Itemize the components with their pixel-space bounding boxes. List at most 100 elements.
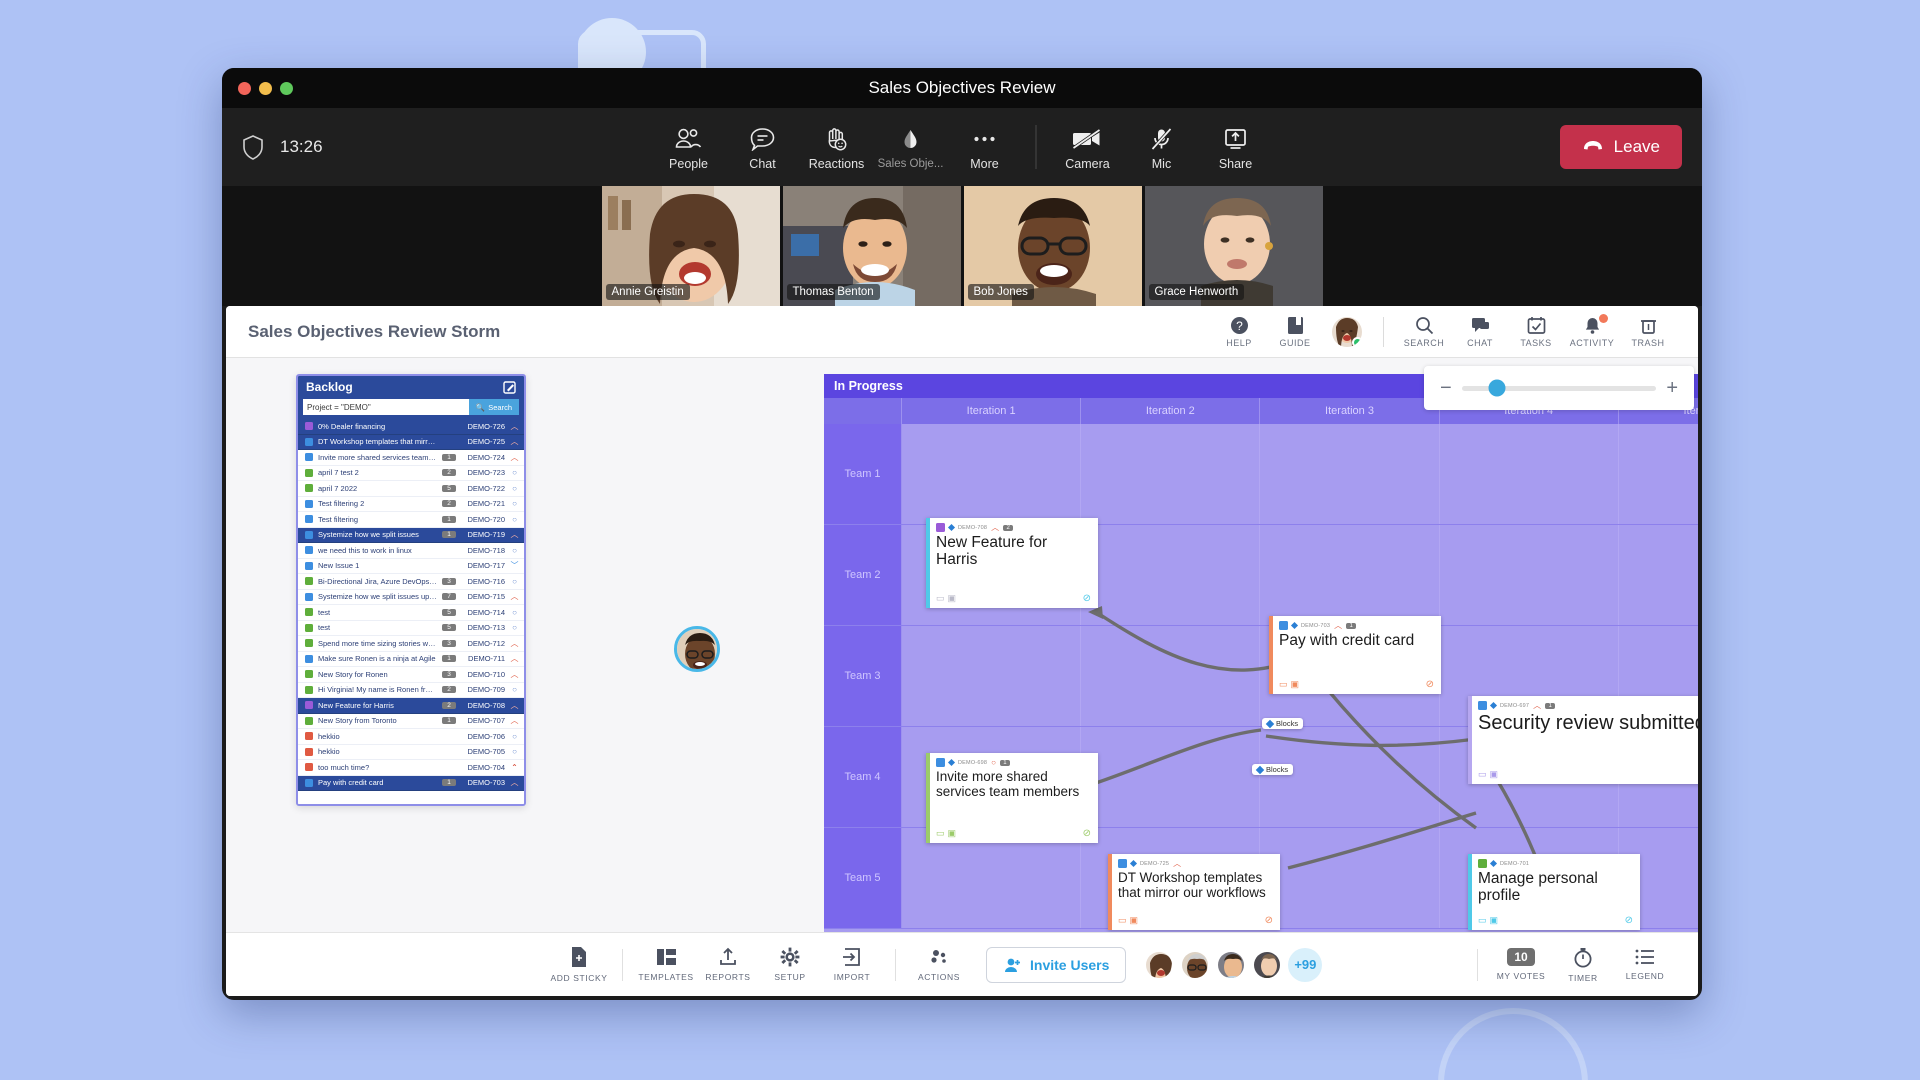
comment-icon[interactable]: ▭ (936, 828, 945, 839)
backlog-item[interactable]: New Story from Toronto 1 DEMO-707 ︿ (298, 714, 524, 729)
templates-button[interactable]: TEMPLATES (635, 947, 697, 982)
zoom-out-button[interactable]: − (1440, 378, 1452, 398)
edit-pencil-icon[interactable] (503, 380, 516, 394)
zoom-slider-track[interactable] (1461, 379, 1657, 397)
zoom-control[interactable]: − + (1424, 366, 1694, 410)
sticky-card[interactable]: DEMO-725 ︿ DT Workshop templates that mi… (1108, 854, 1280, 930)
mic-button[interactable]: Mic (1125, 123, 1199, 171)
avatar[interactable] (1180, 949, 1211, 980)
trash-button[interactable]: TRASH (1620, 316, 1676, 348)
sticky-card[interactable]: DEMO-708 ︿ 2 New Feature for Harris ▭ ▣ … (926, 518, 1098, 608)
grid-cell[interactable] (1260, 525, 1440, 625)
backlog-list[interactable]: 0% Dealer financing DEMO-726 ︿ DT Workshop … (298, 419, 524, 804)
comment-icon[interactable]: ▭ (1478, 915, 1487, 926)
backlog-item[interactable]: Test filtering 2 2 DEMO-721 ○ (298, 497, 524, 512)
backlog-item[interactable]: 0% Dealer financing DEMO-726 ︿ (298, 419, 524, 435)
grid-cell[interactable] (1619, 424, 1698, 524)
backlog-item[interactable]: Invite more shared services team members… (298, 450, 524, 466)
grid-cell[interactable] (1081, 626, 1261, 726)
tasks-button[interactable]: TASKS (1508, 316, 1564, 348)
camera-button[interactable]: Camera (1051, 123, 1125, 171)
grid-cell[interactable] (1440, 525, 1619, 625)
sticky-card[interactable]: DEMO-701 Manage personal profile ▭ ▣ ⊘ (1468, 854, 1640, 930)
backlog-item[interactable]: april 7 2022 5 DEMO-722 ○ (298, 481, 524, 497)
maximize-window-button[interactable] (280, 81, 293, 95)
comment-icon[interactable]: ▭ (1279, 679, 1288, 690)
backlog-item[interactable]: Make sure Ronen is a ninja at Agile 1 DEMO… (298, 652, 524, 667)
backlog-search-button[interactable]: 🔍 Search (468, 399, 519, 415)
participant-tile[interactable]: Grace Henworth (1144, 186, 1323, 306)
backlog-item[interactable]: Spend more time sizing stories with the.… (298, 636, 524, 652)
backlog-item[interactable]: Bi-Directional Jira, Azure DevOps & Rall… (298, 574, 524, 590)
grid-cell[interactable] (902, 424, 1082, 524)
participant-tile[interactable]: Bob Jones (963, 186, 1142, 306)
actions-button[interactable]: ACTIONS (908, 947, 970, 982)
user-avatar-button[interactable] (1323, 316, 1371, 347)
my-votes-button[interactable]: 10 MY VOTES (1490, 948, 1552, 981)
legend-button[interactable]: LEGEND (1614, 948, 1676, 981)
connector-label[interactable]: Blocks (1262, 718, 1304, 729)
people-button[interactable]: People (652, 123, 726, 171)
close-window-button[interactable] (238, 81, 251, 95)
backlog-query-input[interactable] (303, 399, 469, 415)
overflow-users-count[interactable]: +99 (1288, 947, 1323, 982)
activity-button[interactable]: ACTIVITY (1564, 313, 1620, 348)
sticky-card[interactable]: DEMO-703 ︿ 1 Pay with credit card ▭ ▣ ⊘ (1269, 616, 1441, 694)
grid-cell[interactable] (902, 828, 1082, 928)
attachment-icon[interactable]: ▣ (1490, 915, 1499, 926)
grid-cell[interactable] (1081, 424, 1261, 524)
setup-button[interactable]: SETUP (759, 947, 821, 982)
invite-users-button[interactable]: Invite Users (986, 946, 1127, 983)
grid-cell[interactable] (1260, 828, 1440, 928)
backlog-item[interactable]: New Story for Ronen 3 DEMO-710 ︿ (298, 667, 524, 683)
attachment-icon[interactable]: ▣ (1490, 769, 1499, 780)
zoom-slider-thumb[interactable] (1488, 379, 1506, 397)
backlog-item[interactable]: hekkio DEMO-705 ○ (298, 745, 524, 760)
participant-tile[interactable]: Thomas Benton (782, 186, 961, 306)
backlog-item[interactable]: Pay with credit card 1 DEMO-703 ︿ (298, 775, 524, 791)
grid-cell[interactable] (1081, 727, 1261, 827)
grid-cell[interactable] (1260, 424, 1440, 524)
grid-cell[interactable] (1619, 525, 1698, 625)
reactions-button[interactable]: Reactions (800, 123, 874, 171)
avatar[interactable] (1216, 949, 1247, 980)
backlog-panel[interactable]: Backlog 🔍 Search 0% Dealer financing DEMO… (296, 374, 526, 806)
zoom-in-button[interactable]: + (1666, 378, 1678, 398)
comment-icon[interactable]: ▭ (1478, 769, 1487, 780)
backlog-item[interactable]: Hi Virginia! My name is Ronen from... 2 DE… (298, 683, 524, 698)
attachment-icon[interactable]: ▣ (948, 828, 957, 839)
timer-button[interactable]: TIMER (1552, 947, 1614, 983)
backlog-item[interactable]: New Feature for Harris 2 DEMO-708 ︿ (298, 698, 524, 714)
attachment-icon[interactable]: ▣ (1291, 679, 1300, 690)
backlog-item[interactable]: Test filtering 1 DEMO-720 ○ (298, 512, 524, 528)
help-button[interactable]: ? HELP (1211, 316, 1267, 348)
connector-label[interactable]: Blocks (1252, 764, 1294, 775)
grid-cell[interactable] (1440, 424, 1619, 524)
comment-icon[interactable]: ▭ (936, 593, 945, 604)
sticky-card[interactable]: DEMO-697 ︿ 1 Security review submitted ▭… (1468, 696, 1698, 784)
grid-cell[interactable] (1260, 727, 1440, 827)
share-button[interactable]: Share (1199, 123, 1273, 171)
backlog-item[interactable]: too much time? DEMO-704 ⌃ (298, 760, 524, 776)
backlog-item[interactable]: we need this to work in linux DEMO-718 ○ (298, 543, 524, 559)
online-users-avatars[interactable]: +99 (1144, 947, 1323, 982)
chat-button[interactable]: Chat (726, 123, 800, 171)
board-canvas[interactable]: In Progress Iteration 1 Iteration 2 Iter… (226, 358, 1698, 932)
window-traffic-lights[interactable] (238, 81, 293, 95)
avatar[interactable] (1252, 949, 1283, 980)
minimize-window-button[interactable] (259, 81, 272, 95)
attachment-icon[interactable]: ▣ (1130, 915, 1139, 926)
shared-app-button[interactable]: Sales Obje... (874, 124, 948, 170)
sticky-card[interactable]: DEMO-698 ○ 1 Invite more shared services… (926, 753, 1098, 843)
grid-cell[interactable] (1081, 525, 1261, 625)
comment-icon[interactable]: ▭ (1118, 915, 1127, 926)
add-sticky-button[interactable]: ADD STICKY (548, 946, 610, 983)
attachment-icon[interactable]: ▣ (948, 593, 957, 604)
grid-cell[interactable] (902, 626, 1082, 726)
avatar[interactable] (1144, 949, 1175, 980)
chat-button[interactable]: CHAT (1452, 316, 1508, 348)
backlog-item[interactable]: New Issue 1 DEMO-717 ﹀ (298, 559, 524, 574)
reports-button[interactable]: REPORTS (697, 947, 759, 982)
guide-button[interactable]: GUIDE (1267, 316, 1323, 348)
import-button[interactable]: IMPORT (821, 947, 883, 982)
